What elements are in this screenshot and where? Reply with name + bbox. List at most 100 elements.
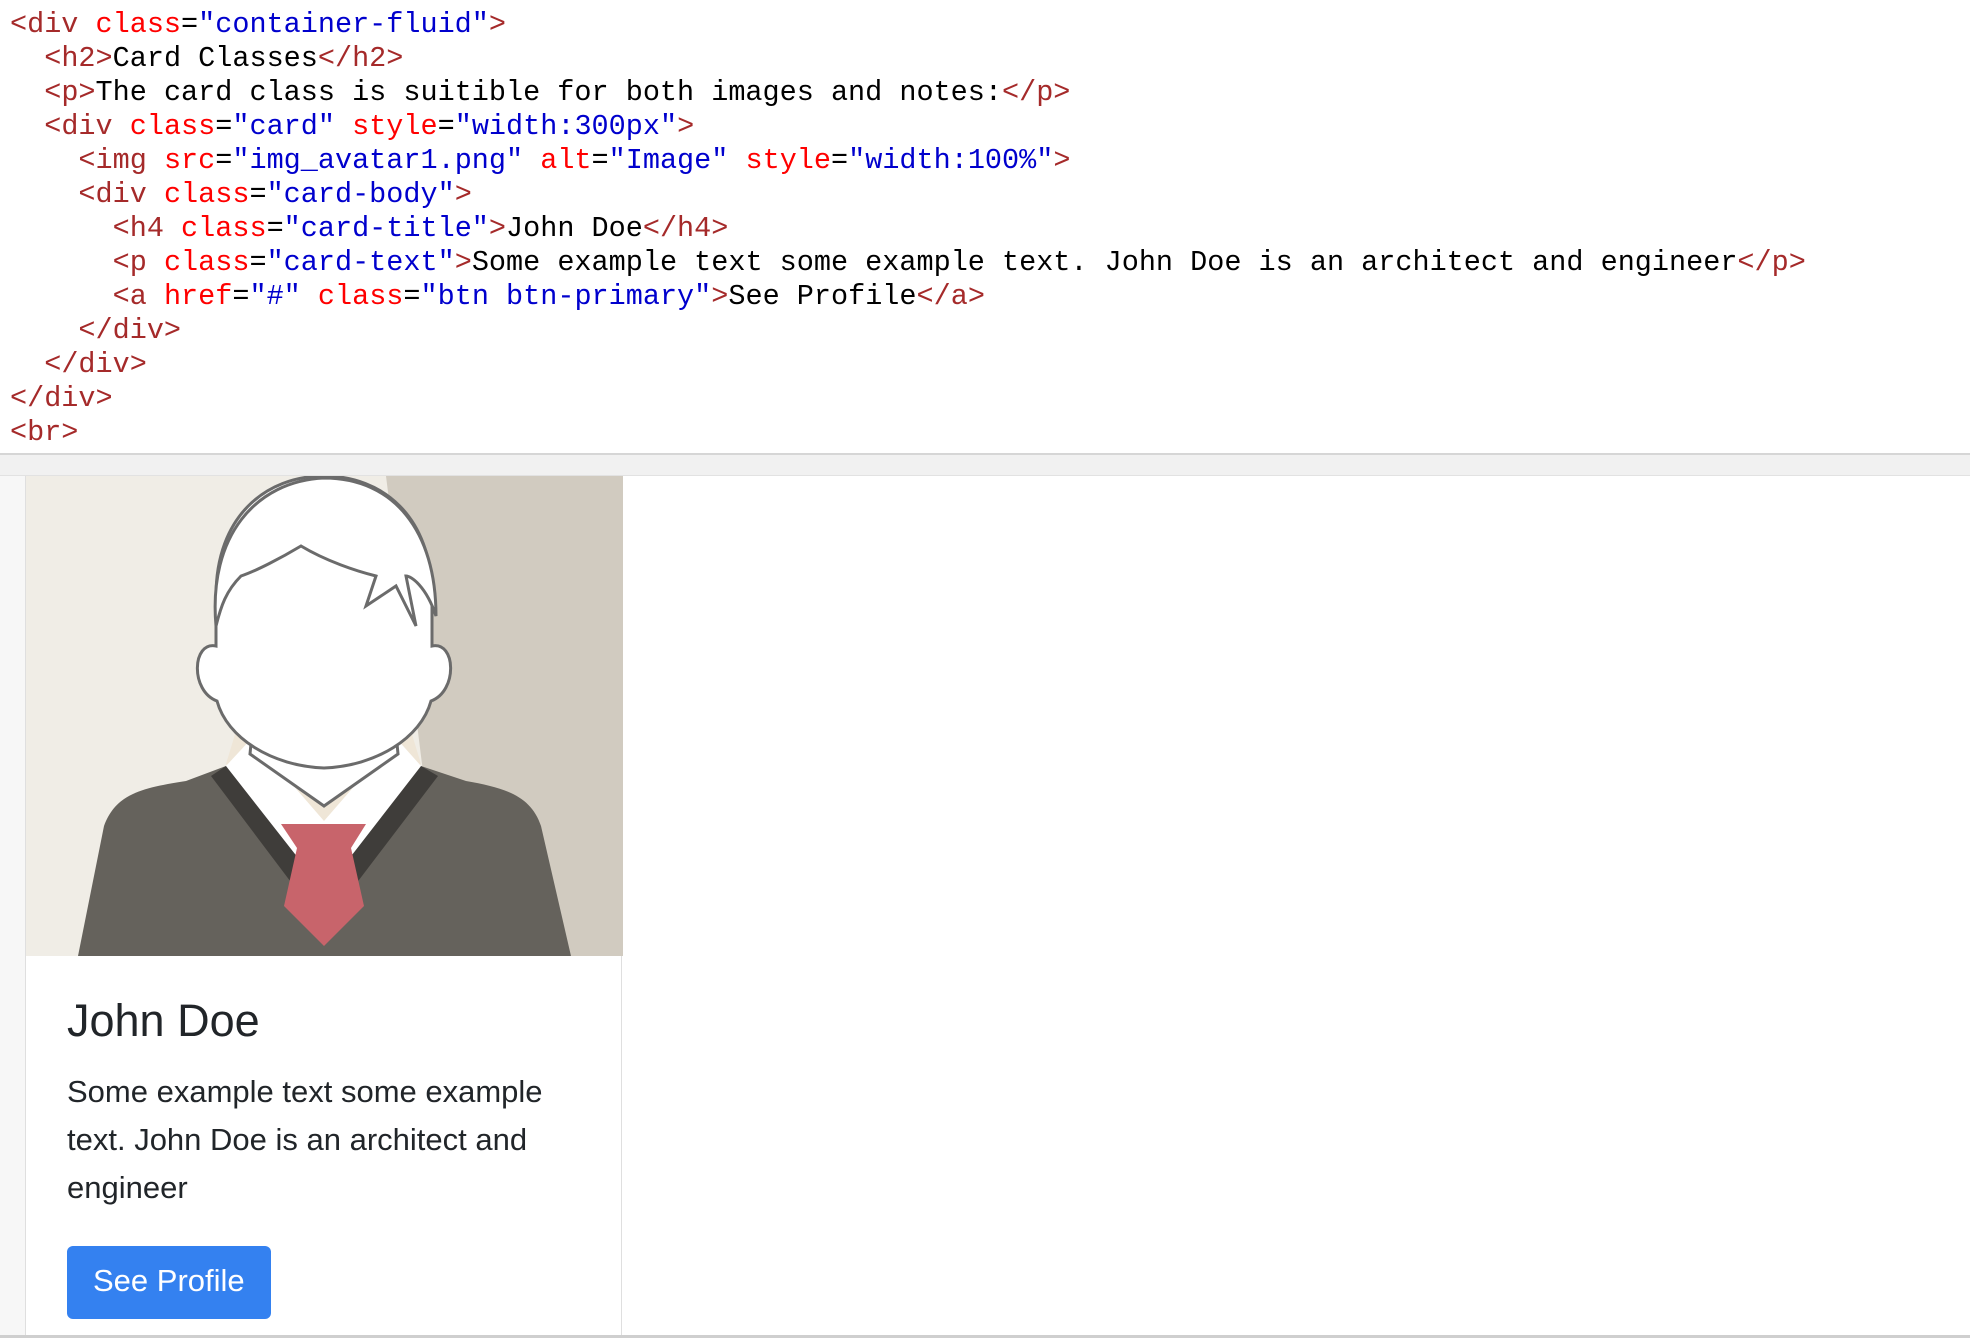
code-token: <br> — [10, 416, 79, 449]
code-token: </a> — [916, 280, 985, 313]
profile-card: John Doe Some example text some example … — [25, 476, 623, 1338]
code-token: The card class is suitible for both imag… — [95, 76, 1002, 109]
code-line[interactable]: </div> — [10, 314, 181, 347]
code-line[interactable]: <h2>Card Classes</h2> — [10, 42, 403, 75]
code-token: > — [488, 212, 507, 245]
code-token: = — [266, 212, 284, 245]
code-token: John Doe — [506, 212, 643, 245]
code-token: "Image" — [608, 144, 729, 177]
code-token: <img — [78, 144, 164, 177]
code-token: class — [163, 246, 250, 279]
code-token: "container-fluid" — [198, 8, 489, 41]
code-token: = — [249, 178, 267, 211]
code-token: "#" — [249, 280, 301, 313]
code-editor[interactable]: <div class="container-fluid"> <h2>Card C… — [0, 0, 1970, 455]
code-token: Card Classes — [112, 42, 318, 75]
code-token: > — [488, 8, 506, 41]
code-token: style — [352, 110, 438, 143]
code-line[interactable]: <a href="#" class="btn btn-primary">See … — [10, 280, 985, 313]
code-token: "width:300px" — [454, 110, 678, 143]
code-line[interactable]: </div> — [10, 382, 113, 415]
code-token: <p — [112, 246, 164, 279]
code-token: </h4> — [642, 212, 729, 245]
result-preview: John Doe Some example text some example … — [0, 476, 1970, 1338]
code-token: </div> — [78, 314, 182, 347]
code-token: <div — [10, 8, 96, 41]
code-token: = — [249, 246, 267, 279]
code-token: = — [831, 144, 849, 177]
code-token: See Profile — [728, 280, 917, 313]
code-token: > — [454, 246, 472, 279]
see-profile-button[interactable]: See Profile — [67, 1246, 271, 1319]
code-token: <a — [112, 280, 164, 313]
code-token: Some example text some example text. Joh… — [471, 246, 1738, 279]
code-token: > — [1053, 144, 1071, 177]
code-text[interactable]: <div class="container-fluid"> <h2>Card C… — [0, 0, 1970, 450]
code-token: "card-title" — [283, 212, 489, 245]
code-token: class — [129, 110, 216, 143]
code-line[interactable]: <div class="card-body"> — [10, 178, 472, 211]
code-line[interactable]: <h4 class="card-title">John Doe</h4> — [10, 212, 729, 245]
code-token: <p> — [44, 76, 96, 109]
code-token: "img_avatar1.png" — [232, 144, 524, 177]
code-token: <h4 — [112, 212, 182, 245]
code-line[interactable]: <p>The card class is suitible for both i… — [10, 76, 1070, 109]
preview-gutter — [0, 476, 25, 1338]
code-token: = — [437, 110, 455, 143]
code-line[interactable]: <div class="container-fluid"> — [10, 8, 506, 41]
code-token: </div> — [44, 348, 147, 381]
code-token: = — [591, 144, 609, 177]
code-token: </h2> — [317, 42, 404, 75]
code-line[interactable]: <img src="img_avatar1.png" alt="Image" s… — [10, 144, 1070, 177]
code-line[interactable]: <div class="card" style="width:300px"> — [10, 110, 694, 143]
card-title: John Doe — [67, 995, 260, 1046]
code-token: = — [403, 280, 421, 313]
avatar-image — [26, 476, 623, 956]
code-token: > — [454, 178, 472, 211]
code-token: > — [677, 110, 695, 143]
code-token: "btn btn-primary" — [420, 280, 712, 313]
code-token: "card-body" — [266, 178, 455, 211]
code-token: = — [181, 8, 199, 41]
code-token: class — [163, 178, 250, 211]
code-token: </p> — [1001, 76, 1071, 109]
code-token: class — [317, 280, 404, 313]
code-token: = — [215, 144, 233, 177]
code-token: = — [215, 110, 233, 143]
card-body: John Doe Some example text some example … — [26, 956, 621, 1319]
code-line[interactable]: </div> — [10, 348, 147, 381]
code-token: </div> — [10, 382, 113, 415]
code-token: "width:100%" — [848, 144, 1054, 177]
code-token: class — [181, 212, 267, 245]
code-token: <div — [78, 178, 164, 211]
code-token: style — [745, 144, 831, 177]
code-token: alt — [540, 144, 592, 177]
code-token: </p> — [1737, 246, 1806, 279]
card-text: Some example text some example text. Joh… — [67, 1074, 543, 1205]
code-token: > — [711, 280, 729, 313]
code-token: "card" — [232, 110, 335, 143]
code-line[interactable]: <br> — [10, 416, 78, 449]
code-token: src — [163, 144, 216, 177]
code-token: = — [232, 280, 250, 313]
code-token: href — [163, 280, 233, 313]
code-token: class — [95, 8, 182, 41]
code-token: <div — [44, 110, 130, 143]
code-token: <h2> — [44, 42, 113, 75]
panel-divider[interactable] — [0, 455, 1970, 476]
code-line[interactable]: <p class="card-text">Some example text s… — [10, 246, 1806, 279]
